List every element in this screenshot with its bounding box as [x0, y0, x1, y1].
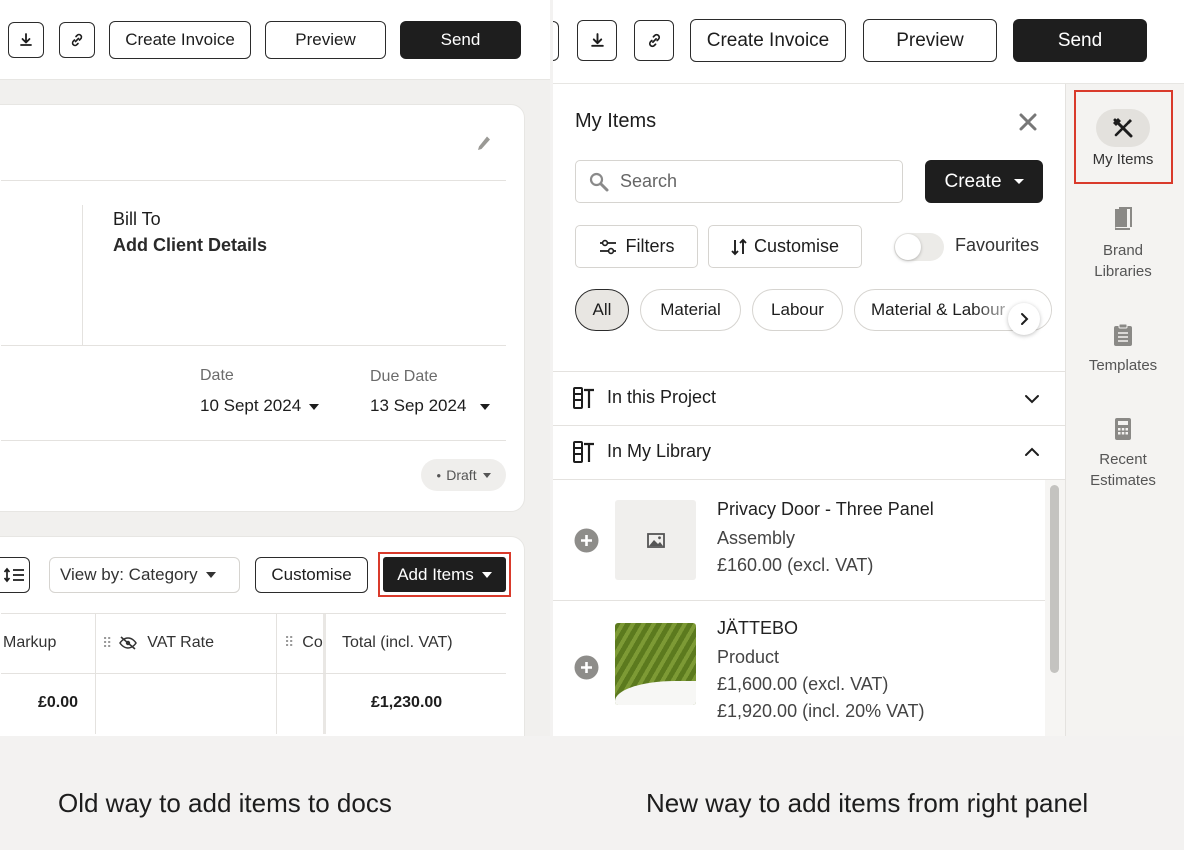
- create-invoice-button[interactable]: Create Invoice: [109, 21, 251, 59]
- column-markup: Markup: [3, 634, 57, 651]
- date-label: Date: [200, 367, 234, 384]
- customise-button[interactable]: Customise: [255, 557, 368, 593]
- section-in-my-library[interactable]: In My Library: [553, 426, 1065, 479]
- pencil-icon[interactable]: [476, 135, 492, 153]
- add-items-button[interactable]: Add Items: [383, 557, 506, 592]
- close-icon[interactable]: [1018, 112, 1038, 132]
- list-item[interactable]: JÄTTEBO Product £1,600.00 (excl. VAT) £1…: [553, 601, 1045, 736]
- search-placeholder: Search: [620, 171, 678, 191]
- chevron-down-icon: [1025, 395, 1039, 404]
- tools-stack-icon: [573, 387, 594, 409]
- clipboard-icon: [1114, 323, 1132, 346]
- rail-templates[interactable]: Templates: [1064, 323, 1182, 376]
- customise-button[interactable]: Customise: [708, 225, 862, 268]
- book-icon: [1115, 207, 1132, 230]
- item-price-incl-vat: £1,920.00 (incl. 20% VAT): [717, 701, 925, 721]
- rail-recent-estimates[interactable]: Recent Estimates: [1064, 417, 1182, 491]
- send-button[interactable]: Send: [1013, 19, 1147, 62]
- date-value: 10 Sept 2024: [200, 396, 302, 415]
- chip-all[interactable]: All: [575, 289, 629, 331]
- link-button[interactable]: [634, 20, 674, 61]
- image-placeholder-icon: [646, 532, 665, 548]
- add-circle-icon[interactable]: [574, 528, 599, 553]
- preview-button[interactable]: Preview: [265, 21, 386, 59]
- search-input[interactable]: Search: [575, 160, 903, 203]
- rail-my-items[interactable]: My Items: [1064, 109, 1182, 170]
- cell-markup: £0.00: [38, 694, 79, 711]
- top-toolbar: Create Invoice Preview Send: [0, 0, 550, 80]
- panel-title: My Items: [575, 110, 657, 132]
- chevron-right-icon: [1021, 313, 1029, 325]
- item-price: £1,600.00 (excl. VAT): [717, 674, 889, 694]
- filters-button[interactable]: Filters: [575, 225, 698, 268]
- section-label: In this Project: [607, 387, 717, 407]
- chip-labour[interactable]: Labour: [752, 289, 843, 331]
- item-thumbnail: [615, 623, 696, 705]
- date-picker[interactable]: 10 Sept 2024: [200, 396, 320, 416]
- top-toolbar: Create Invoice Preview Send: [550, 0, 1184, 84]
- add-client-details[interactable]: Add Client Details: [113, 235, 267, 256]
- item-thumbnail: [615, 500, 696, 580]
- hidden-eye-icon[interactable]: [119, 636, 138, 650]
- tools-icon: [1113, 118, 1133, 138]
- items-table-card: View by: Category Customise Add Items Ma…: [0, 536, 525, 736]
- chips-scroll-right-button[interactable]: [1008, 303, 1040, 335]
- item-type: Assembly: [717, 528, 796, 548]
- sort-button[interactable]: [0, 557, 30, 593]
- bill-to-heading: Bill To: [113, 209, 161, 229]
- link-button[interactable]: [59, 22, 95, 58]
- link-icon: [648, 33, 660, 48]
- favourites-toggle[interactable]: [894, 233, 944, 261]
- item-name: JÄTTEBO: [717, 618, 799, 638]
- item-type: Product: [717, 647, 780, 667]
- scrollbar-track[interactable]: [1045, 480, 1065, 736]
- sort-icon: [3, 567, 24, 583]
- caption-old-way: Old way to add items to docs: [58, 788, 392, 818]
- view-by-select[interactable]: View by: Category: [49, 557, 240, 593]
- section-label: In My Library: [607, 441, 712, 461]
- old-way-screenshot: Create Invoice Preview Send Bill To Add …: [0, 0, 550, 736]
- new-way-screenshot: Create Invoice Preview Send My Items Sea…: [550, 0, 1184, 736]
- add-items-highlight: Add Items: [378, 552, 511, 597]
- column-vat-rate: ⠿ VAT Rate: [102, 634, 214, 651]
- create-invoice-button[interactable]: Create Invoice: [690, 19, 846, 62]
- create-button[interactable]: Create: [925, 160, 1043, 203]
- download-button[interactable]: [8, 22, 44, 58]
- send-button[interactable]: Send: [400, 21, 521, 59]
- list-item[interactable]: Privacy Door - Three Panel Assembly £160…: [553, 480, 1045, 600]
- calculator-icon: [1115, 418, 1131, 440]
- preview-button[interactable]: Preview: [863, 19, 997, 62]
- favourites-label: Favourites: [955, 235, 1040, 255]
- caption-new-way: New way to add items from right panel: [646, 788, 1089, 818]
- section-in-this-project[interactable]: In this Project: [553, 372, 1065, 425]
- download-icon: [590, 33, 604, 47]
- download-icon: [20, 33, 32, 46]
- rail-brand-libraries[interactable]: Brand Libraries: [1064, 206, 1182, 282]
- due-date-picker[interactable]: 13 Sep 2024: [370, 396, 491, 416]
- my-items-panel: My Items Search Create Filters Customise…: [553, 85, 1065, 736]
- link-icon: [71, 33, 83, 47]
- tools-stack-icon: [573, 441, 594, 463]
- status-badge[interactable]: ● Draft: [421, 459, 506, 491]
- add-circle-icon[interactable]: [574, 655, 599, 680]
- scrollbar-thumb[interactable]: [1050, 485, 1059, 673]
- due-date-label: Due Date: [370, 368, 438, 385]
- column-total: Total (incl. VAT): [342, 634, 453, 651]
- document-details-card: Bill To Add Client Details Date 10 Sept …: [0, 104, 525, 512]
- chip-material[interactable]: Material: [640, 289, 741, 331]
- columns-sort-icon: [731, 238, 747, 255]
- cell-total: £1,230.00: [371, 694, 443, 711]
- column-co: ⠿ Co: [284, 634, 323, 651]
- search-icon: [589, 172, 609, 191]
- sliders-icon: [599, 239, 616, 254]
- due-date-value: 13 Sep 2024: [370, 396, 467, 415]
- chevron-up-icon: [1025, 447, 1039, 456]
- right-rail: My Items Brand Libraries Templates Recen…: [1066, 84, 1184, 736]
- item-name: Privacy Door - Three Panel: [717, 499, 934, 519]
- item-price: £160.00 (excl. VAT): [717, 555, 874, 575]
- download-button[interactable]: [577, 20, 617, 61]
